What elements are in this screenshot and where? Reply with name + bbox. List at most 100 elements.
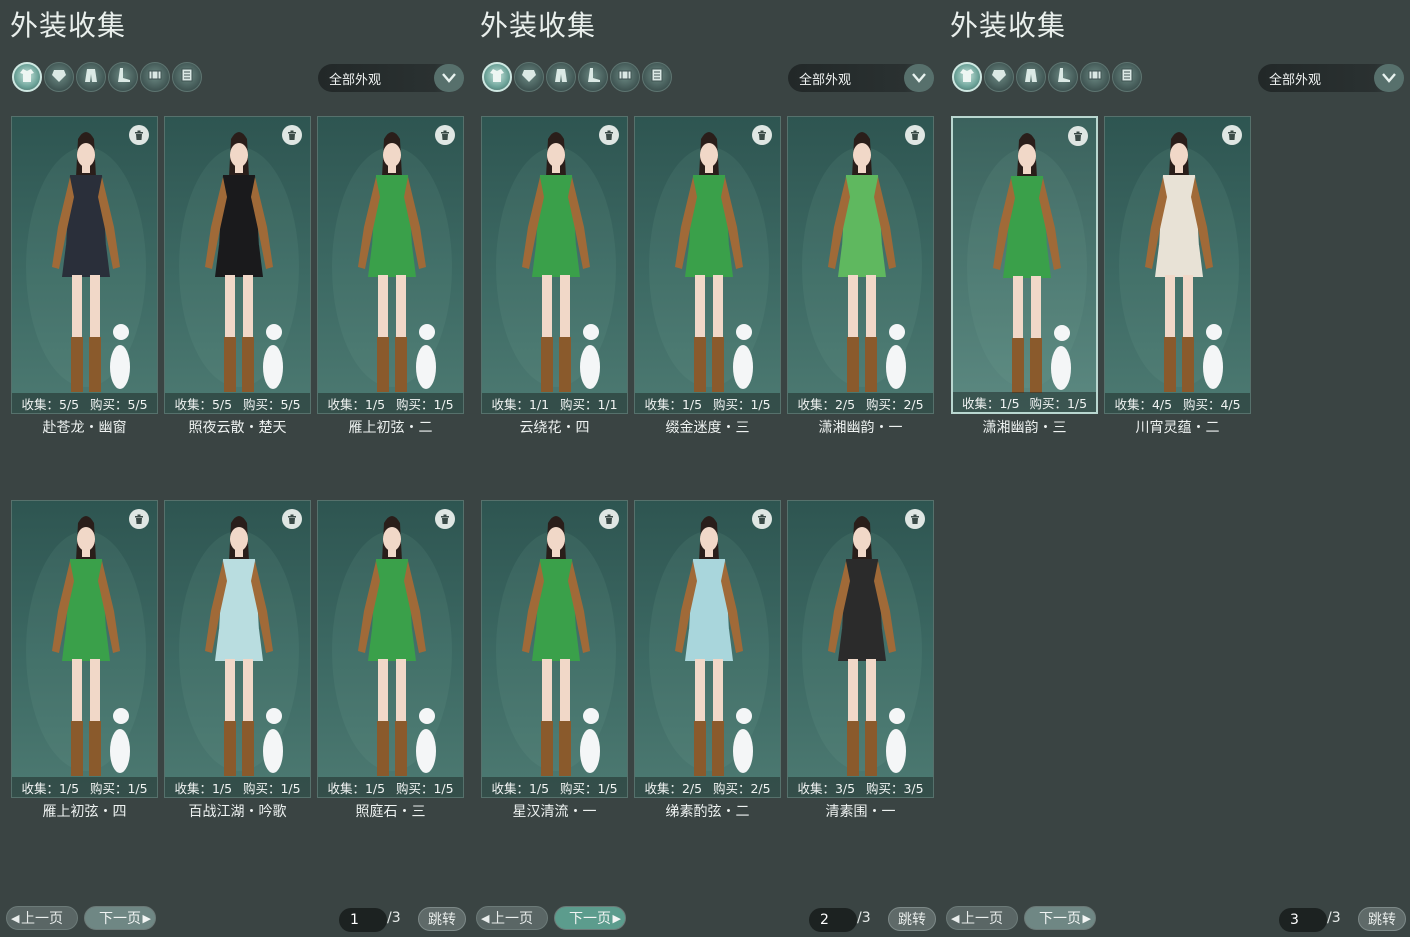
full-outfit-icon bbox=[18, 66, 36, 88]
prev-page-button[interactable]: ◀ 上一页 bbox=[946, 906, 1018, 930]
tab-shoes-icon[interactable] bbox=[578, 62, 608, 92]
tab-top-icon[interactable] bbox=[44, 62, 74, 92]
buy-count: 购买：1/1 bbox=[559, 396, 618, 412]
jump-button[interactable]: 跳转 bbox=[418, 907, 466, 931]
trash-icon[interactable] bbox=[435, 125, 455, 145]
card-stats: 收集：1/1 购买：1/1 bbox=[482, 393, 627, 413]
outfit-thumbnail: 收集：5/5 购买：5/5 bbox=[164, 116, 311, 414]
filter-dropdown[interactable]: 全部外观 bbox=[788, 64, 934, 92]
accessory-icon bbox=[178, 66, 196, 88]
outfit-name: 云绕花・四 bbox=[519, 420, 590, 436]
trash-icon[interactable] bbox=[129, 125, 149, 145]
outfit-card[interactable]: 收集：1/5 购买：1/5 雁上初弦・四 bbox=[11, 500, 158, 821]
outfit-card[interactable]: 收集：4/5 购买：4/5 川宵灵蕴・二 bbox=[1104, 116, 1251, 437]
trash-icon[interactable] bbox=[752, 125, 772, 145]
next-page-button[interactable]: 下一页 ▶ bbox=[554, 906, 626, 930]
tab-accessory-icon[interactable] bbox=[642, 62, 672, 92]
collect-count: 收集：1/1 bbox=[491, 396, 550, 412]
buy-count: 购买：1/5 bbox=[559, 780, 618, 796]
next-page-label: 下一页 bbox=[99, 911, 141, 927]
outfit-name: 照庭石・三 bbox=[355, 804, 426, 820]
tab-accessory-icon[interactable] bbox=[172, 62, 202, 92]
trash-icon[interactable] bbox=[905, 509, 925, 529]
tab-bottom-icon[interactable] bbox=[76, 62, 106, 92]
card-stats: 收集：2/5 购买：2/5 bbox=[788, 393, 933, 413]
card-stats: 收集：3/5 购买：3/5 bbox=[788, 777, 933, 797]
prev-page-button[interactable]: ◀ 上一页 bbox=[476, 906, 548, 930]
jump-button[interactable]: 跳转 bbox=[888, 907, 936, 931]
chevron-down-icon bbox=[434, 64, 464, 92]
prev-page-button[interactable]: ◀ 上一页 bbox=[6, 906, 78, 930]
page-number-input[interactable]: 1 bbox=[339, 908, 387, 932]
outfit-thumbnail: 收集：4/5 购买：4/5 bbox=[1104, 116, 1251, 414]
tab-bottom-icon[interactable] bbox=[1016, 62, 1046, 92]
trash-icon[interactable] bbox=[905, 125, 925, 145]
outfit-name: 雁上初弦・二 bbox=[348, 420, 433, 436]
page-number-input[interactable]: 2 bbox=[809, 908, 857, 932]
collect-count: 收集：1/5 bbox=[644, 396, 703, 412]
page-total: /3 bbox=[1327, 910, 1341, 926]
outfit-thumbnail: 收集：1/5 购买：1/5 bbox=[317, 116, 464, 414]
outfit-card[interactable]: 收集：5/5 购买：5/5 赴苍龙・幽窗 bbox=[11, 116, 158, 437]
trash-icon[interactable] bbox=[129, 509, 149, 529]
filter-dropdown[interactable]: 全部外观 bbox=[1258, 64, 1404, 92]
outfit-card[interactable]: 收集：5/5 购买：5/5 照夜云散・楚天 bbox=[164, 116, 311, 437]
next-page-button[interactable]: 下一页 ▶ bbox=[84, 906, 156, 930]
prev-page-label: 上一页 bbox=[491, 911, 533, 927]
bracer-icon bbox=[1086, 66, 1104, 88]
tab-top-icon[interactable] bbox=[514, 62, 544, 92]
outfit-card[interactable]: 收集：1/1 购买：1/1 云绕花・四 bbox=[481, 116, 628, 437]
jump-button[interactable]: 跳转 bbox=[1358, 907, 1406, 931]
collect-count: 收集：2/5 bbox=[797, 396, 856, 412]
collect-count: 收集：1/5 bbox=[327, 396, 386, 412]
filter-dropdown[interactable]: 全部外观 bbox=[318, 64, 464, 92]
outfit-name: 雁上初弦・四 bbox=[42, 804, 127, 820]
tab-full-outfit-icon[interactable] bbox=[482, 62, 512, 92]
tab-bracer-icon[interactable] bbox=[1080, 62, 1110, 92]
trash-icon[interactable] bbox=[435, 509, 455, 529]
outfit-card[interactable]: 收集：1/5 购买：1/5 照庭石・三 bbox=[317, 500, 464, 821]
outfit-card[interactable]: 收集：1/5 购买：1/5 星汉清流・一 bbox=[481, 500, 628, 821]
category-tabs bbox=[12, 62, 202, 92]
card-stats: 收集：1/5 购买：1/5 bbox=[635, 393, 780, 413]
outfit-thumbnail: 收集：2/5 购买：2/5 bbox=[787, 116, 934, 414]
outfit-card[interactable]: 收集：1/5 购买：1/5 百战江湖・吟歌 bbox=[164, 500, 311, 821]
outfit-thumbnail: 收集：1/1 购买：1/1 bbox=[481, 116, 628, 414]
tab-bracer-icon[interactable] bbox=[610, 62, 640, 92]
trash-icon[interactable] bbox=[282, 125, 302, 145]
tab-full-outfit-icon[interactable] bbox=[12, 62, 42, 92]
next-page-button[interactable]: 下一页 ▶ bbox=[1024, 906, 1096, 930]
tab-shoes-icon[interactable] bbox=[1048, 62, 1078, 92]
tab-bracer-icon[interactable] bbox=[140, 62, 170, 92]
tab-accessory-icon[interactable] bbox=[1112, 62, 1142, 92]
collect-count: 收集：1/5 bbox=[491, 780, 550, 796]
tab-shoes-icon[interactable] bbox=[108, 62, 138, 92]
outfit-thumbnail: 收集：1/5 购买：1/5 bbox=[951, 116, 1098, 414]
page-total: /3 bbox=[857, 910, 871, 926]
outfit-card[interactable]: 收集：3/5 购买：3/5 清素围・一 bbox=[787, 500, 934, 821]
bottom-icon bbox=[1022, 66, 1040, 88]
chevron-right-icon: ▶ bbox=[1082, 911, 1091, 925]
tab-full-outfit-icon[interactable] bbox=[952, 62, 982, 92]
trash-icon[interactable] bbox=[599, 125, 619, 145]
buy-count: 购买：1/5 bbox=[395, 780, 454, 796]
outfit-card[interactable]: 收集：1/5 购买：1/5 潇湘幽韵・三 bbox=[951, 116, 1098, 437]
page-total: /3 bbox=[387, 910, 401, 926]
outfit-card[interactable]: 收集：1/5 购买：1/5 缀金迷度・三 bbox=[634, 116, 781, 437]
outfit-card[interactable]: 收集：2/5 购买：2/5 绨素酌弦・二 bbox=[634, 500, 781, 821]
trash-icon[interactable] bbox=[1222, 125, 1242, 145]
outfit-thumbnail: 收集：1/5 购买：1/5 bbox=[634, 116, 781, 414]
outfit-card[interactable]: 收集：1/5 购买：1/5 雁上初弦・二 bbox=[317, 116, 464, 437]
trash-icon[interactable] bbox=[752, 509, 772, 529]
bottom-icon bbox=[82, 66, 100, 88]
buy-count: 购买：1/5 bbox=[395, 396, 454, 412]
trash-icon[interactable] bbox=[282, 509, 302, 529]
outfit-card[interactable]: 收集：2/5 购买：2/5 潇湘幽韵・一 bbox=[787, 116, 934, 437]
outfit-name: 赴苍龙・幽窗 bbox=[42, 420, 127, 436]
outfit-name: 川宵灵蕴・二 bbox=[1135, 420, 1220, 436]
trash-icon[interactable] bbox=[1068, 126, 1088, 146]
tab-top-icon[interactable] bbox=[984, 62, 1014, 92]
trash-icon[interactable] bbox=[599, 509, 619, 529]
tab-bottom-icon[interactable] bbox=[546, 62, 576, 92]
page-number-input[interactable]: 3 bbox=[1279, 908, 1327, 932]
